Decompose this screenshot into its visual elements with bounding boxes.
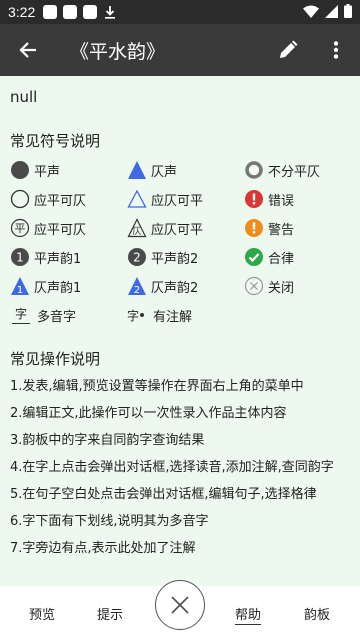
ops-section-title: 常见操作说明 (10, 350, 101, 368)
wifi-icon (303, 3, 319, 22)
triangle-2-icon: 2 (127, 276, 147, 296)
arrow-back-icon (19, 42, 36, 58)
legend-item: 警告 (244, 217, 354, 239)
list-item: 6.字下面有下划线,说明其为多音字 (10, 514, 209, 529)
ops-list: 1.发表,编辑,预览设置等操作在界面右上角的菜单中 2.编辑正文,此操作可以一次… (10, 377, 350, 559)
svg-text:1: 1 (16, 251, 24, 265)
legend-label: 仄声韵1 (34, 280, 82, 296)
help-tab[interactable]: 帮助 (235, 604, 262, 625)
open-triangle-icon (127, 189, 147, 209)
circle-1-icon: 1 (10, 247, 30, 267)
filled-circle-icon (10, 160, 30, 180)
legend-item: 仄 应仄可平 (127, 217, 244, 239)
legend-label: 有注解 (153, 309, 193, 325)
rhyme-board-button[interactable]: 韵板 (304, 604, 330, 623)
legend-label: 多音字 (37, 309, 77, 325)
legend-label: 平声韵1 (34, 251, 82, 267)
content-area: null 常见符号说明 平声 仄声 不分平仄 应平可仄 应仄可平 错误 平 应平… (0, 76, 360, 586)
legend-label: 应平可仄 (34, 222, 87, 238)
ring-icon (244, 160, 264, 180)
legend-label: 关闭 (268, 280, 295, 296)
close-circle-icon (244, 276, 264, 296)
notification-icon (83, 5, 98, 19)
battery-icon (344, 3, 352, 22)
legend-item: 2 仄声韵2 (127, 275, 244, 297)
notification-icon (63, 5, 78, 19)
symbol-legend: 平声 仄声 不分平仄 应平可仄 应仄可平 错误 平 应平可仄 仄 应仄可平 警告… (10, 159, 350, 326)
legend-item: 关闭 (244, 275, 354, 297)
legend-label: 仄声 (151, 164, 178, 180)
edit-button[interactable] (264, 24, 312, 76)
close-icon (171, 596, 189, 614)
svg-text:2: 2 (134, 285, 140, 296)
zi-underline-icon: 字 (10, 305, 32, 325)
legend-item: 平声 (10, 159, 127, 181)
back-button[interactable] (0, 24, 56, 76)
legend-label: 仄声韵2 (151, 280, 199, 296)
legend-label: 错误 (268, 193, 295, 209)
app-bar: 《平水韵》 (0, 24, 360, 76)
legend-label: 应仄可平 (151, 222, 204, 238)
svg-text:仄: 仄 (132, 226, 141, 237)
triangle-ze-icon: 仄 (127, 218, 147, 238)
legend-item: 应仄可平 (127, 188, 244, 210)
legend-label: 平声 (34, 164, 61, 180)
preview-button[interactable]: 预览 (29, 604, 55, 623)
signal-icon (325, 3, 338, 22)
list-item: 4.在字上点击会弹出对话框,选择读音,添加注解,查同韵字 (10, 460, 334, 475)
status-bar: 3:22 (0, 0, 360, 24)
svg-text:2: 2 (133, 251, 141, 265)
circle-ping-icon: 平 (10, 218, 30, 238)
legend-item: 1 平声韵1 (10, 246, 127, 268)
status-time: 3:22 (8, 4, 36, 20)
filled-triangle-icon (127, 160, 147, 180)
more-button[interactable] (312, 24, 360, 76)
legend-label: 应平可仄 (34, 193, 87, 209)
notification-icon (43, 5, 58, 19)
legend-item: 平 应平可仄 (10, 217, 127, 239)
triangle-1-icon: 1 (10, 276, 30, 296)
legend-item: 合律 (244, 246, 354, 268)
legend-item: 错误 (244, 188, 354, 210)
legend-item: 字 多音字 (10, 304, 127, 326)
legend-label: 警告 (268, 222, 295, 238)
legend-label: 平声韵2 (151, 251, 199, 267)
pencil-icon (280, 40, 298, 58)
more-vert-icon (333, 41, 339, 59)
list-item: 3.韵板中的字来自同韵字查询结果 (10, 433, 205, 448)
symbols-section-title: 常见符号说明 (10, 132, 101, 150)
list-item: 1.发表,编辑,预览设置等操作在界面右上角的菜单中 (10, 379, 304, 394)
check-icon (244, 247, 264, 267)
svg-text:平: 平 (15, 222, 26, 235)
list-item: 5.在句子空白处点击会弹出对话框,编辑句子,选择格律 (10, 487, 317, 502)
open-circle-icon (10, 189, 30, 209)
legend-item: 1 仄声韵1 (10, 275, 127, 297)
error-icon (244, 189, 264, 209)
legend-item: 字 有注解 (127, 304, 244, 326)
download-icon (103, 5, 117, 19)
zi-dot-icon: 字 (127, 305, 151, 325)
legend-label: 不分平仄 (268, 164, 321, 180)
list-item: 2.编辑正文,此操作可以一次性录入作品主体内容 (10, 406, 287, 421)
close-button[interactable] (155, 580, 205, 630)
warning-icon (244, 218, 264, 238)
page-title: 《平水韵》 (70, 40, 166, 63)
circle-2-icon: 2 (127, 247, 147, 267)
legend-item: 应平可仄 (10, 188, 127, 210)
legend-item: 2 平声韵2 (127, 246, 244, 268)
legend-label: 应仄可平 (151, 193, 204, 209)
svg-text:1: 1 (17, 285, 23, 296)
legend-item: 仄声 (127, 159, 244, 181)
legend-item: 不分平仄 (244, 159, 354, 181)
null-text[interactable]: null (10, 88, 350, 112)
legend-label: 合律 (268, 251, 295, 267)
hint-button[interactable]: 提示 (97, 604, 123, 623)
list-item: 7.字旁边有点,表示此处加了注解 (10, 541, 196, 556)
